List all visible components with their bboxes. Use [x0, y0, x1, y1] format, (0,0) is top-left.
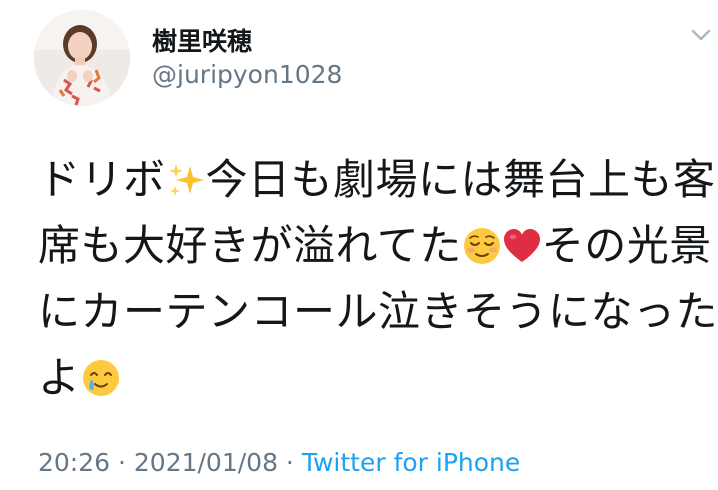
- relieved-face-icon: [462, 226, 502, 266]
- red-heart-icon: [502, 226, 542, 266]
- avatar[interactable]: [34, 10, 130, 106]
- display-name[interactable]: 樹里咲穂: [152, 22, 252, 58]
- avatar-image: [34, 10, 130, 106]
- timestamp: 20:26 · 2021/01/08 ·: [38, 448, 302, 477]
- smiling-face-with-tear-icon: [81, 358, 121, 398]
- tweet-text-line: にカーテンコール泣きそうになった: [38, 287, 718, 336]
- tweet-card: 樹里咲穂 @juripyon1028 ドリボ 今日も劇場には舞台上も客 席も大好き…: [0, 0, 718, 490]
- tweet-text-line: ドリボ 今日も劇場には舞台上も客: [38, 155, 716, 204]
- source-link[interactable]: Twitter for iPhone: [302, 448, 520, 477]
- sparkles-icon: [166, 160, 206, 200]
- tweet-text: ドリボ 今日も劇場には舞台上も客 席も大好きが溢れてた その光景 にカーテンコール泣…: [38, 147, 718, 411]
- tweet-meta: 20:26 · 2021/01/08 · Twitter for iPhone: [38, 448, 520, 477]
- tweet-text-line: 席も大好きが溢れてた その光景: [38, 221, 712, 270]
- tweet-text-line: よ: [38, 345, 708, 411]
- chevron-down-icon[interactable]: [690, 26, 712, 44]
- user-handle[interactable]: @juripyon1028: [152, 60, 342, 89]
